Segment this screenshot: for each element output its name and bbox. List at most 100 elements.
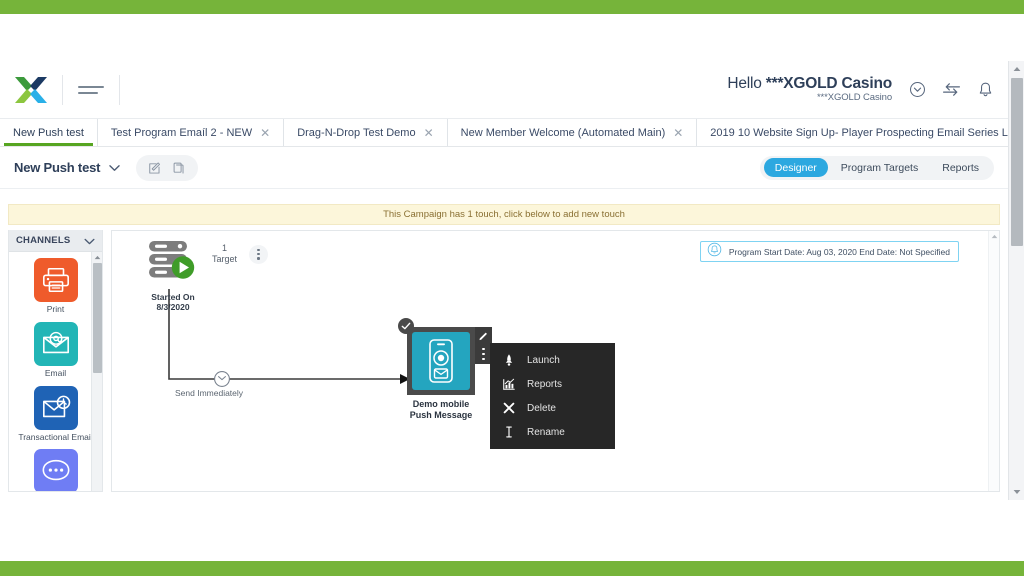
view-tab-designer[interactable]: Designer <box>763 158 828 177</box>
channels-panel: CHANNELS Print Email Transactional Email SM… <box>8 230 103 492</box>
tab-item[interactable]: New Push test <box>0 119 98 146</box>
tab-label: 2019 10 Website Sign Up- Player Prospect… <box>710 126 1024 139</box>
account-subtitle: ***XGOLD Casino <box>816 92 892 104</box>
chevron-down-icon[interactable] <box>84 232 95 250</box>
edit-pencil-icon[interactable] <box>475 327 492 344</box>
channel-item-print[interactable]: Print <box>9 258 102 315</box>
scroll-up-glyph <box>94 255 100 260</box>
tab-label: Drag-N-Drop Test Demo <box>297 126 416 139</box>
email-at-icon <box>33 321 78 366</box>
touch-node-demo-mobile-push[interactable]: Demo mobile Push Message <box>398 318 492 422</box>
tab-item[interactable]: 2019 10 Website Sign Up- Player Prospect… <box>697 119 1024 146</box>
start-node-label-line1: Started On <box>151 292 195 302</box>
page-scroll-up-glyph <box>1013 67 1020 71</box>
copy-duplicate-icon[interactable] <box>169 158 189 178</box>
top-brand-bar <box>0 0 1024 14</box>
page-title: New Push test <box>14 160 101 175</box>
context-menu-item-launch[interactable]: Launch <box>490 348 615 372</box>
start-node[interactable]: Started On 8/3/2020 <box>136 239 210 312</box>
check-badge-icon[interactable] <box>398 318 414 334</box>
view-switcher[interactable]: Designer Program Targets Reports <box>759 155 994 180</box>
channel-item-email[interactable]: Email <box>9 321 102 379</box>
close-icon[interactable]: ✕ <box>424 127 434 139</box>
context-menu-item-reports[interactable]: Reports <box>490 372 615 396</box>
campaign-notice-text: This Campaign has 1 touch, click below t… <box>383 209 625 220</box>
scroll-up-arrow-icon[interactable] <box>989 231 999 242</box>
database-stack-icon <box>149 241 195 279</box>
app-header: Hello ***XGOLD Casino ***XGOLD Casino <box>0 61 1008 119</box>
program-toolbar: New Push test DesignerProgram TargetsR <box>0 147 1008 189</box>
program-date-badge: Program Start Date: Aug 03, 2020 End Dat… <box>699 241 959 262</box>
channels-scroll-thumb[interactable] <box>93 263 102 373</box>
transactional-email-clock-icon <box>33 385 78 430</box>
bar-chart-icon <box>501 377 516 392</box>
channels-title: CHANNELS <box>16 235 71 246</box>
tab-item[interactable]: Drag-N-Drop Test Demo ✕ <box>284 119 448 146</box>
program-date-text: Program Start Date: Aug 03, 2020 End Dat… <box>728 246 950 257</box>
scroll-up-arrow-icon[interactable] <box>1009 61 1024 77</box>
view-tab-reports[interactable]: Reports <box>931 158 990 177</box>
launch-icon <box>501 353 516 368</box>
main-content: CHANNELS Print Email Transactional Email SM… <box>8 230 1000 492</box>
header-divider-2 <box>119 74 120 105</box>
target-count: 1 Target <box>212 243 237 266</box>
close-icon[interactable]: ✕ <box>260 127 270 139</box>
target-count-value: 1 <box>222 243 228 253</box>
close-icon[interactable]: ✕ <box>673 127 683 139</box>
target-count-label: Target <box>212 254 238 265</box>
clock-glyph <box>214 371 230 387</box>
chevron-down-glyph <box>109 164 121 171</box>
scroll-down-arrow-icon[interactable] <box>1009 484 1024 500</box>
check-glyph <box>401 322 411 330</box>
page-scrollbar[interactable] <box>1008 61 1024 500</box>
channels-list[interactable]: Print Email Transactional Email SMS <box>9 252 102 491</box>
logo[interactable] <box>0 75 62 105</box>
start-node-label-line2: 8/3/2020 <box>156 302 190 313</box>
channel-item-transactional-email[interactable]: Transactional Email <box>9 385 102 443</box>
page-scroll-thumb[interactable] <box>1011 78 1023 246</box>
channels-scrollbar[interactable] <box>91 252 102 491</box>
switch-arrows-glyph <box>942 83 960 96</box>
scroll-up-arrow-icon[interactable] <box>92 252 102 263</box>
channel-label: Transactional Email <box>18 431 93 442</box>
notification-bell-icon[interactable] <box>968 73 1002 107</box>
greeting-hello: Hello <box>727 75 766 93</box>
close-x-icon <box>501 401 516 416</box>
sms-bubble-icon <box>33 449 78 491</box>
channels-header[interactable]: CHANNELS <box>9 230 102 252</box>
touch-node-label-line1: Demo mobile <box>412 399 470 409</box>
view-tab-program-targets[interactable]: Program Targets <box>830 158 929 177</box>
context-menu-label: Delete <box>527 402 556 414</box>
context-menu-label: Launch <box>527 354 560 366</box>
touch-context-menu[interactable]: Launch Reports Delete Rename <box>490 343 615 449</box>
greeting-account: ***XGOLD Casino <box>765 75 892 93</box>
app-root: Hello ***XGOLD Casino ***XGOLD Casino Ne… <box>0 0 1024 576</box>
context-menu-label: Rename <box>527 426 565 438</box>
touch-pencil-glyph <box>479 332 487 341</box>
context-menu-item-rename[interactable]: Rename <box>490 420 615 444</box>
channels-collapse-glyph <box>84 238 95 244</box>
program-designer-canvas[interactable]: Program Start Date: Aug 03, 2020 End Dat… <box>111 230 1000 492</box>
hamburger-menu-icon[interactable] <box>63 61 119 119</box>
chevron-down-circle-icon[interactable] <box>900 73 934 107</box>
program-tab-bar[interactable]: New Push test Test Program Emaíl 2 - NEW ✕… <box>0 119 1024 147</box>
channel-item-sms[interactable]: SMS <box>9 449 102 491</box>
hamburger-lines <box>78 82 104 98</box>
target-kebab-menu-icon[interactable] <box>249 244 269 264</box>
switch-arrows-icon[interactable] <box>934 73 968 107</box>
touch-node-frame[interactable] <box>398 318 492 395</box>
canvas-scrollbar[interactable] <box>988 231 999 491</box>
chevron-down-icon[interactable] <box>109 164 121 172</box>
text-cursor-icon <box>501 425 516 440</box>
copy-glyph <box>173 162 184 174</box>
context-menu-item-delete[interactable]: Delete <box>490 396 615 420</box>
tab-item[interactable]: Test Program Emaíl 2 - NEW ✕ <box>98 119 285 146</box>
tab-item[interactable]: New Member Welcome (Automated Main) ✕ <box>448 119 698 146</box>
below-whitespace <box>0 500 1024 561</box>
chevron-down-circle-glyph <box>909 82 925 97</box>
play-circle-icon <box>171 256 195 279</box>
user-account-block[interactable]: Hello ***XGOLD Casino ***XGOLD Casino <box>727 73 1008 107</box>
edit-pencil-icon[interactable] <box>145 158 165 178</box>
toolbar-actions <box>136 154 199 181</box>
edit-pencil-glyph <box>149 161 161 174</box>
